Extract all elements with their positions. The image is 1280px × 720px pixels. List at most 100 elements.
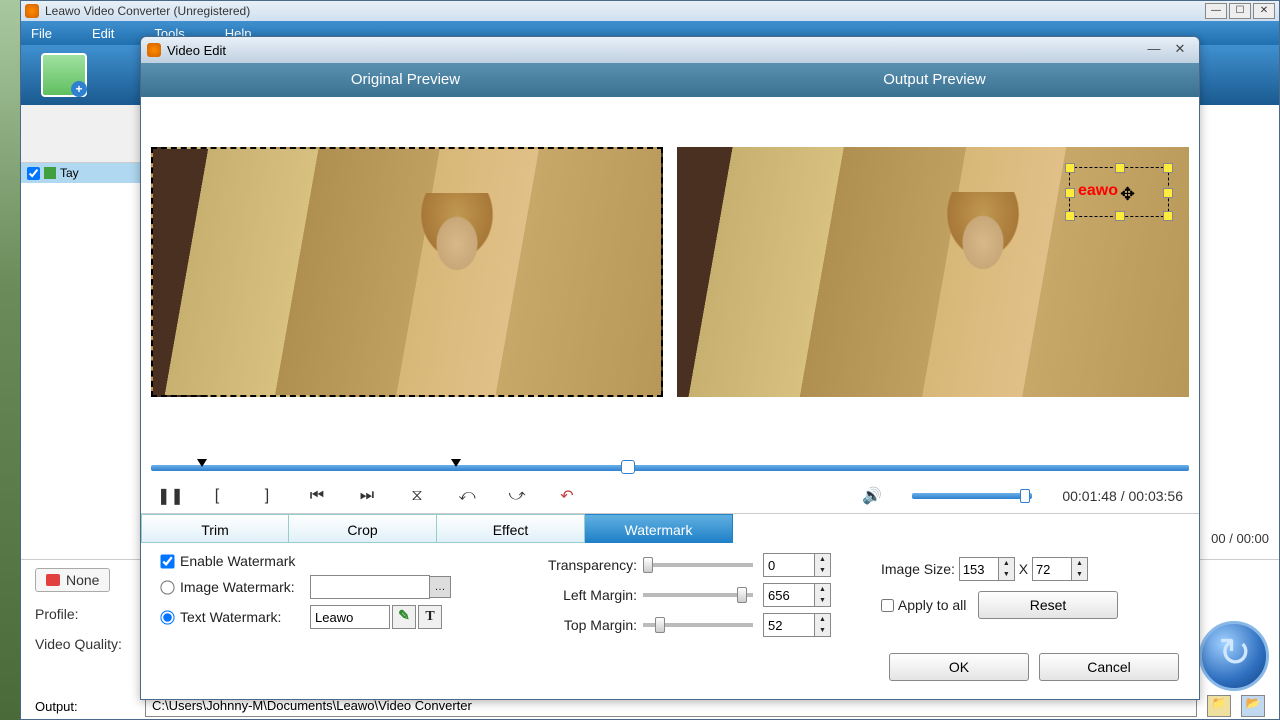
list-item-label: Tay bbox=[60, 166, 79, 180]
bg-time-display: 00 / 00:00 bbox=[1211, 531, 1269, 546]
resize-handle[interactable] bbox=[1065, 211, 1075, 221]
timeline[interactable] bbox=[141, 457, 1199, 479]
output-preview-label: Output Preview bbox=[670, 63, 1199, 97]
reset-button[interactable]: Reset bbox=[978, 591, 1118, 619]
add-video-icon[interactable] bbox=[41, 53, 87, 97]
snapshot-button[interactable]: ⧖ bbox=[407, 487, 427, 505]
preview-area: eawo ✥ bbox=[141, 97, 1199, 457]
left-margin-label: Left Margin: bbox=[531, 587, 637, 603]
transparency-slider[interactable] bbox=[643, 563, 753, 567]
tab-effect[interactable]: Effect bbox=[437, 514, 585, 543]
prev-frame-button[interactable]: ⏮ bbox=[307, 487, 327, 505]
transparency-value[interactable] bbox=[763, 553, 815, 577]
move-cursor-icon: ✥ bbox=[1120, 184, 1135, 205]
timeline-track[interactable] bbox=[151, 465, 1189, 471]
output-preview-pane: eawo ✥ bbox=[677, 147, 1189, 447]
volume-icon[interactable]: 🔊 bbox=[862, 486, 882, 506]
resize-handle[interactable] bbox=[1115, 163, 1125, 173]
top-margin-value[interactable] bbox=[763, 613, 815, 637]
x-separator: X bbox=[1019, 561, 1028, 577]
transparency-spinner[interactable]: ▲▼ bbox=[815, 553, 831, 577]
left-margin-value[interactable] bbox=[763, 583, 815, 607]
dialog-minimize-button[interactable]: — bbox=[1141, 41, 1167, 59]
video-quality-label: Video Quality: bbox=[35, 636, 145, 652]
trim-start-marker[interactable] bbox=[197, 459, 207, 467]
volume-thumb[interactable] bbox=[1020, 489, 1030, 503]
video-edit-dialog: Video Edit — ✕ Original Preview Output P… bbox=[140, 36, 1200, 700]
convert-button[interactable] bbox=[1199, 621, 1269, 691]
top-margin-slider[interactable] bbox=[643, 623, 753, 627]
undo-button[interactable]: ↶ bbox=[557, 486, 577, 506]
watermark-overlay[interactable]: eawo ✥ bbox=[1069, 167, 1169, 217]
edit-tabs: Trim Crop Effect Watermark bbox=[141, 513, 1199, 543]
dialog-close-button[interactable]: ✕ bbox=[1167, 41, 1193, 59]
font-picker-icon[interactable]: T bbox=[418, 605, 442, 629]
menu-file[interactable]: File bbox=[31, 26, 52, 41]
open-folder-icon[interactable]: 📂 bbox=[1241, 695, 1265, 717]
apply-all-label: Apply to all bbox=[898, 597, 966, 613]
enable-watermark-checkbox[interactable] bbox=[160, 554, 174, 568]
app-title: Leawo Video Converter (Unregistered) bbox=[45, 4, 1203, 18]
tab-trim[interactable]: Trim bbox=[141, 514, 289, 543]
cancel-button[interactable]: Cancel bbox=[1039, 653, 1179, 681]
close-button[interactable]: ✕ bbox=[1253, 3, 1275, 19]
image-width-input[interactable] bbox=[959, 557, 999, 581]
left-margin-spinner[interactable]: ▲▼ bbox=[815, 583, 831, 607]
image-height-input[interactable] bbox=[1032, 557, 1072, 581]
resize-handle[interactable] bbox=[1065, 163, 1075, 173]
pause-button[interactable]: ❚❚ bbox=[157, 486, 177, 506]
output-video-frame[interactable]: eawo ✥ bbox=[677, 147, 1189, 397]
text-watermark-label: Text Watermark: bbox=[180, 609, 310, 625]
image-watermark-radio[interactable] bbox=[160, 580, 174, 594]
set-start-button[interactable]: [ bbox=[207, 487, 227, 505]
left-margin-slider[interactable] bbox=[643, 593, 753, 597]
preview-header: Original Preview Output Preview bbox=[141, 63, 1199, 97]
text-watermark-input[interactable] bbox=[310, 605, 390, 629]
next-frame-button[interactable]: ⏭ bbox=[357, 487, 377, 505]
list-item[interactable]: Tay bbox=[21, 163, 140, 183]
dialog-title: Video Edit bbox=[167, 43, 1141, 58]
dialog-titlebar: Video Edit — ✕ bbox=[141, 37, 1199, 63]
volume-slider[interactable] bbox=[912, 493, 1032, 499]
menu-edit[interactable]: Edit bbox=[92, 26, 114, 41]
subtitle-none-button[interactable]: None bbox=[35, 568, 110, 592]
playhead[interactable] bbox=[621, 460, 635, 474]
slider-thumb[interactable] bbox=[643, 557, 653, 573]
ok-button[interactable]: OK bbox=[889, 653, 1029, 681]
original-video-frame[interactable] bbox=[151, 147, 663, 397]
transparency-label: Transparency: bbox=[531, 557, 637, 573]
resize-handle[interactable] bbox=[1163, 211, 1173, 221]
rotate-left-button[interactable]: ⤺ bbox=[457, 487, 477, 505]
resize-handle[interactable] bbox=[1065, 188, 1075, 198]
original-preview-pane bbox=[151, 147, 663, 447]
watermark-panel: Enable Watermark Image Watermark: … Text… bbox=[141, 543, 1199, 699]
apply-all-checkbox[interactable] bbox=[881, 599, 894, 612]
browse-image-icon[interactable]: … bbox=[429, 576, 451, 598]
watermark-text: eawo bbox=[1078, 182, 1118, 200]
tab-crop[interactable]: Crop bbox=[289, 514, 437, 543]
browse-folder-icon[interactable]: 📁 bbox=[1207, 695, 1231, 717]
video-content bbox=[923, 192, 1043, 372]
color-picker-icon[interactable]: ✎ bbox=[392, 605, 416, 629]
maximize-button[interactable]: ☐ bbox=[1229, 3, 1251, 19]
set-end-button[interactable]: ] bbox=[257, 487, 277, 505]
tab-watermark[interactable]: Watermark bbox=[585, 514, 733, 543]
trim-end-marker[interactable] bbox=[451, 459, 461, 467]
width-spinner[interactable]: ▲▼ bbox=[999, 557, 1015, 581]
image-watermark-path[interactable] bbox=[310, 575, 430, 599]
main-titlebar: Leawo Video Converter (Unregistered) — ☐… bbox=[21, 1, 1279, 21]
list-item-checkbox[interactable] bbox=[27, 167, 40, 180]
rotate-right-button[interactable]: ⤻ bbox=[507, 487, 527, 505]
resize-handle[interactable] bbox=[1163, 188, 1173, 198]
slider-thumb[interactable] bbox=[737, 587, 747, 603]
video-content bbox=[397, 193, 517, 373]
playback-controls: ❚❚ [ ] ⏮ ⏭ ⧖ ⤺ ⤻ ↶ 🔊 00:01:48 / 00:03:56 bbox=[141, 479, 1199, 513]
resize-handle[interactable] bbox=[1163, 163, 1173, 173]
top-margin-spinner[interactable]: ▲▼ bbox=[815, 613, 831, 637]
app-icon bbox=[25, 4, 39, 18]
text-watermark-radio[interactable] bbox=[160, 610, 174, 624]
minimize-button[interactable]: — bbox=[1205, 3, 1227, 19]
resize-handle[interactable] bbox=[1115, 211, 1125, 221]
slider-thumb[interactable] bbox=[655, 617, 665, 633]
height-spinner[interactable]: ▲▼ bbox=[1072, 557, 1088, 581]
